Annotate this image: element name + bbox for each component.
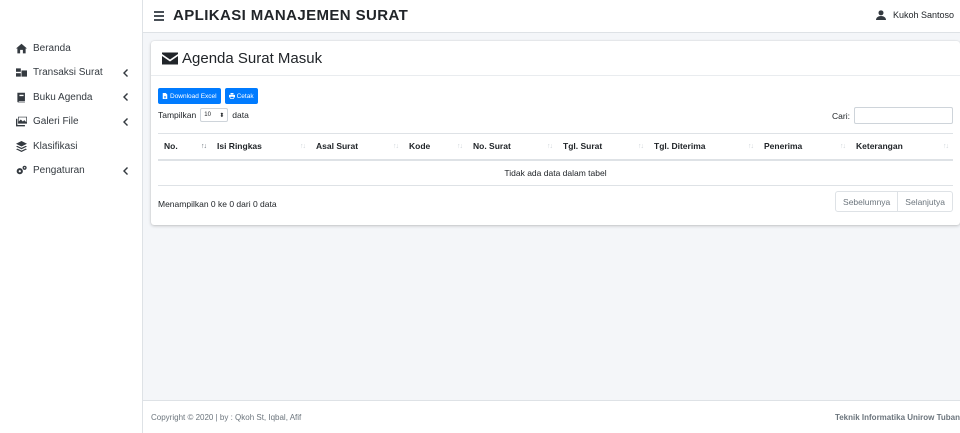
print-button[interactable]: Cetak [224,88,258,104]
sidebar-item-buku-agenda[interactable]: Buku Agenda [0,85,143,110]
sidebar-item-beranda[interactable]: Beranda [0,36,143,61]
sidebar-item-label: Klasifikasi [33,140,78,152]
table-header-row: No. ↑↓ Isi Ringkas ↑↓ Asal Surat ↑↓ Kode ↑↓ … [158,133,953,161]
layer-group-icon [15,140,27,152]
page-length-control: Tampilkan 10 ⬍ data [158,108,249,122]
column-header-isi-ringkas[interactable]: Isi Ringkas ↑↓ [211,133,310,161]
download-excel-button[interactable]: Download Excel [158,88,221,104]
sort-icon: ↑↓ [748,143,754,150]
column-header-asal-surat[interactable]: Asal Surat ↑↓ [310,133,403,161]
sort-icon: ↑↓ [638,143,644,150]
column-header-keterangan[interactable]: Keterangan ↑↓ [850,133,953,161]
footer-credit: Teknik Informatika Unirow Tuban [834,413,960,422]
card-header: Agenda Surat Masuk [151,41,960,76]
top-navbar: APLIKASI MANAJEMEN SURAT Kukoh Santoso [143,0,960,33]
sort-icon: ↑↓ [547,143,553,150]
column-header-label: No. [164,141,178,152]
page-length-value: 10 [204,112,211,118]
sidebar-item-transaksi-surat[interactable]: Transaksi Surat [0,61,143,86]
user-menu[interactable]: Kukoh Santoso [875,10,954,20]
length-prefix: Tampilkan [158,110,197,120]
column-header-label: No. Surat [473,141,511,152]
mail-bulk-icon [15,67,27,79]
next-page-button[interactable]: Selanjutya [898,191,953,212]
chevron-left-icon [121,93,129,102]
home-icon [15,42,27,54]
sidebar-nav: Beranda Transaksi Surat Buku Agenda Gale… [0,36,143,183]
previous-page-button[interactable]: Sebelumnya [835,191,899,212]
file-excel-icon [162,93,168,99]
chevron-left-icon [121,166,129,175]
column-header-tgl-surat[interactable]: Tgl. Surat ↑↓ [557,133,648,161]
sort-icon: ↑↓ [393,143,399,150]
sort-icon: ↑↓ [457,143,463,150]
sort-icon: ↑↓ [943,143,949,150]
sidebar: Beranda Transaksi Surat Buku Agenda Gale… [0,0,143,433]
sidebar-item-galeri-file[interactable]: Galeri File [0,110,143,135]
agenda-card: Agenda Surat Masuk Download Excel Cetak … [151,41,960,225]
book-icon [15,91,27,103]
print-label: Cetak [236,92,254,100]
column-header-label: Keterangan [856,141,903,152]
envelope-icon [162,52,178,64]
menu-toggle-icon[interactable] [154,11,164,21]
sidebar-item-pengaturan[interactable]: Pengaturan [0,159,143,184]
page-length-select[interactable]: 10 ⬍ [200,108,229,122]
user-icon [875,10,886,20]
column-header-label: Penerima [764,141,803,152]
images-icon [15,116,27,128]
column-header-tgl-diterima[interactable]: Tgl. Diterima ↑↓ [648,133,758,161]
column-header-penerima[interactable]: Penerima ↑↓ [758,133,850,161]
column-header-label: Isi Ringkas [217,141,262,152]
column-header-label: Tgl. Surat [563,141,603,152]
app-title: APLIKASI MANAJEMEN SURAT [173,7,409,24]
column-header-no-surat[interactable]: No. Surat ↑↓ [467,133,557,161]
export-buttons: Download Excel Cetak [158,88,258,104]
length-suffix: data [232,110,249,120]
table-info: Menampilkan 0 ke 0 dari 0 data [158,199,277,209]
column-header-label: Kode [409,141,431,152]
sidebar-item-klasifikasi[interactable]: Klasifikasi [0,134,143,159]
column-header-label: Asal Surat [316,141,359,152]
footer: Copyright © 2020 | by : Qkoh St, Iqbal, … [143,400,960,433]
column-header-no[interactable]: No. ↑↓ [158,133,211,161]
user-name: Kukoh Santoso [892,10,954,20]
download-excel-label: Download Excel [170,92,217,100]
search-input[interactable] [854,107,953,124]
sort-icon: ↑↓ [840,143,846,150]
sidebar-item-label: Pengaturan [33,165,85,177]
empty-table-message: Tidak ada data dalam tabel [158,159,953,186]
print-icon [228,93,235,99]
sidebar-item-label: Galeri File [33,116,79,128]
pagination: Sebelumnya Selanjutya [835,191,953,212]
column-header-kode[interactable]: Kode ↑↓ [403,133,467,161]
chevron-left-icon [121,68,129,77]
search-label: Cari: [832,110,850,121]
agenda-table: No. ↑↓ Isi Ringkas ↑↓ Asal Surat ↑↓ Kode ↑↓ … [158,133,953,186]
table-row: Tidak ada data dalam tabel [158,159,953,186]
sort-asc-icon: ↑↓ [201,143,207,150]
select-arrow-icon: ⬍ [219,112,225,119]
chevron-left-icon [121,117,129,126]
column-header-label: Tgl. Diterima [654,141,706,152]
table-search: Cari: [832,107,953,124]
sidebar-item-label: Transaksi Surat [33,67,103,79]
copyright-text: Copyright © 2020 | by : Qkoh St, Iqbal, … [151,413,302,422]
sort-icon: ↑↓ [300,143,306,150]
sidebar-item-label: Buku Agenda [33,91,93,103]
sidebar-item-label: Beranda [33,42,71,54]
page-title: Agenda Surat Masuk [182,49,323,67]
cogs-icon [15,165,27,177]
